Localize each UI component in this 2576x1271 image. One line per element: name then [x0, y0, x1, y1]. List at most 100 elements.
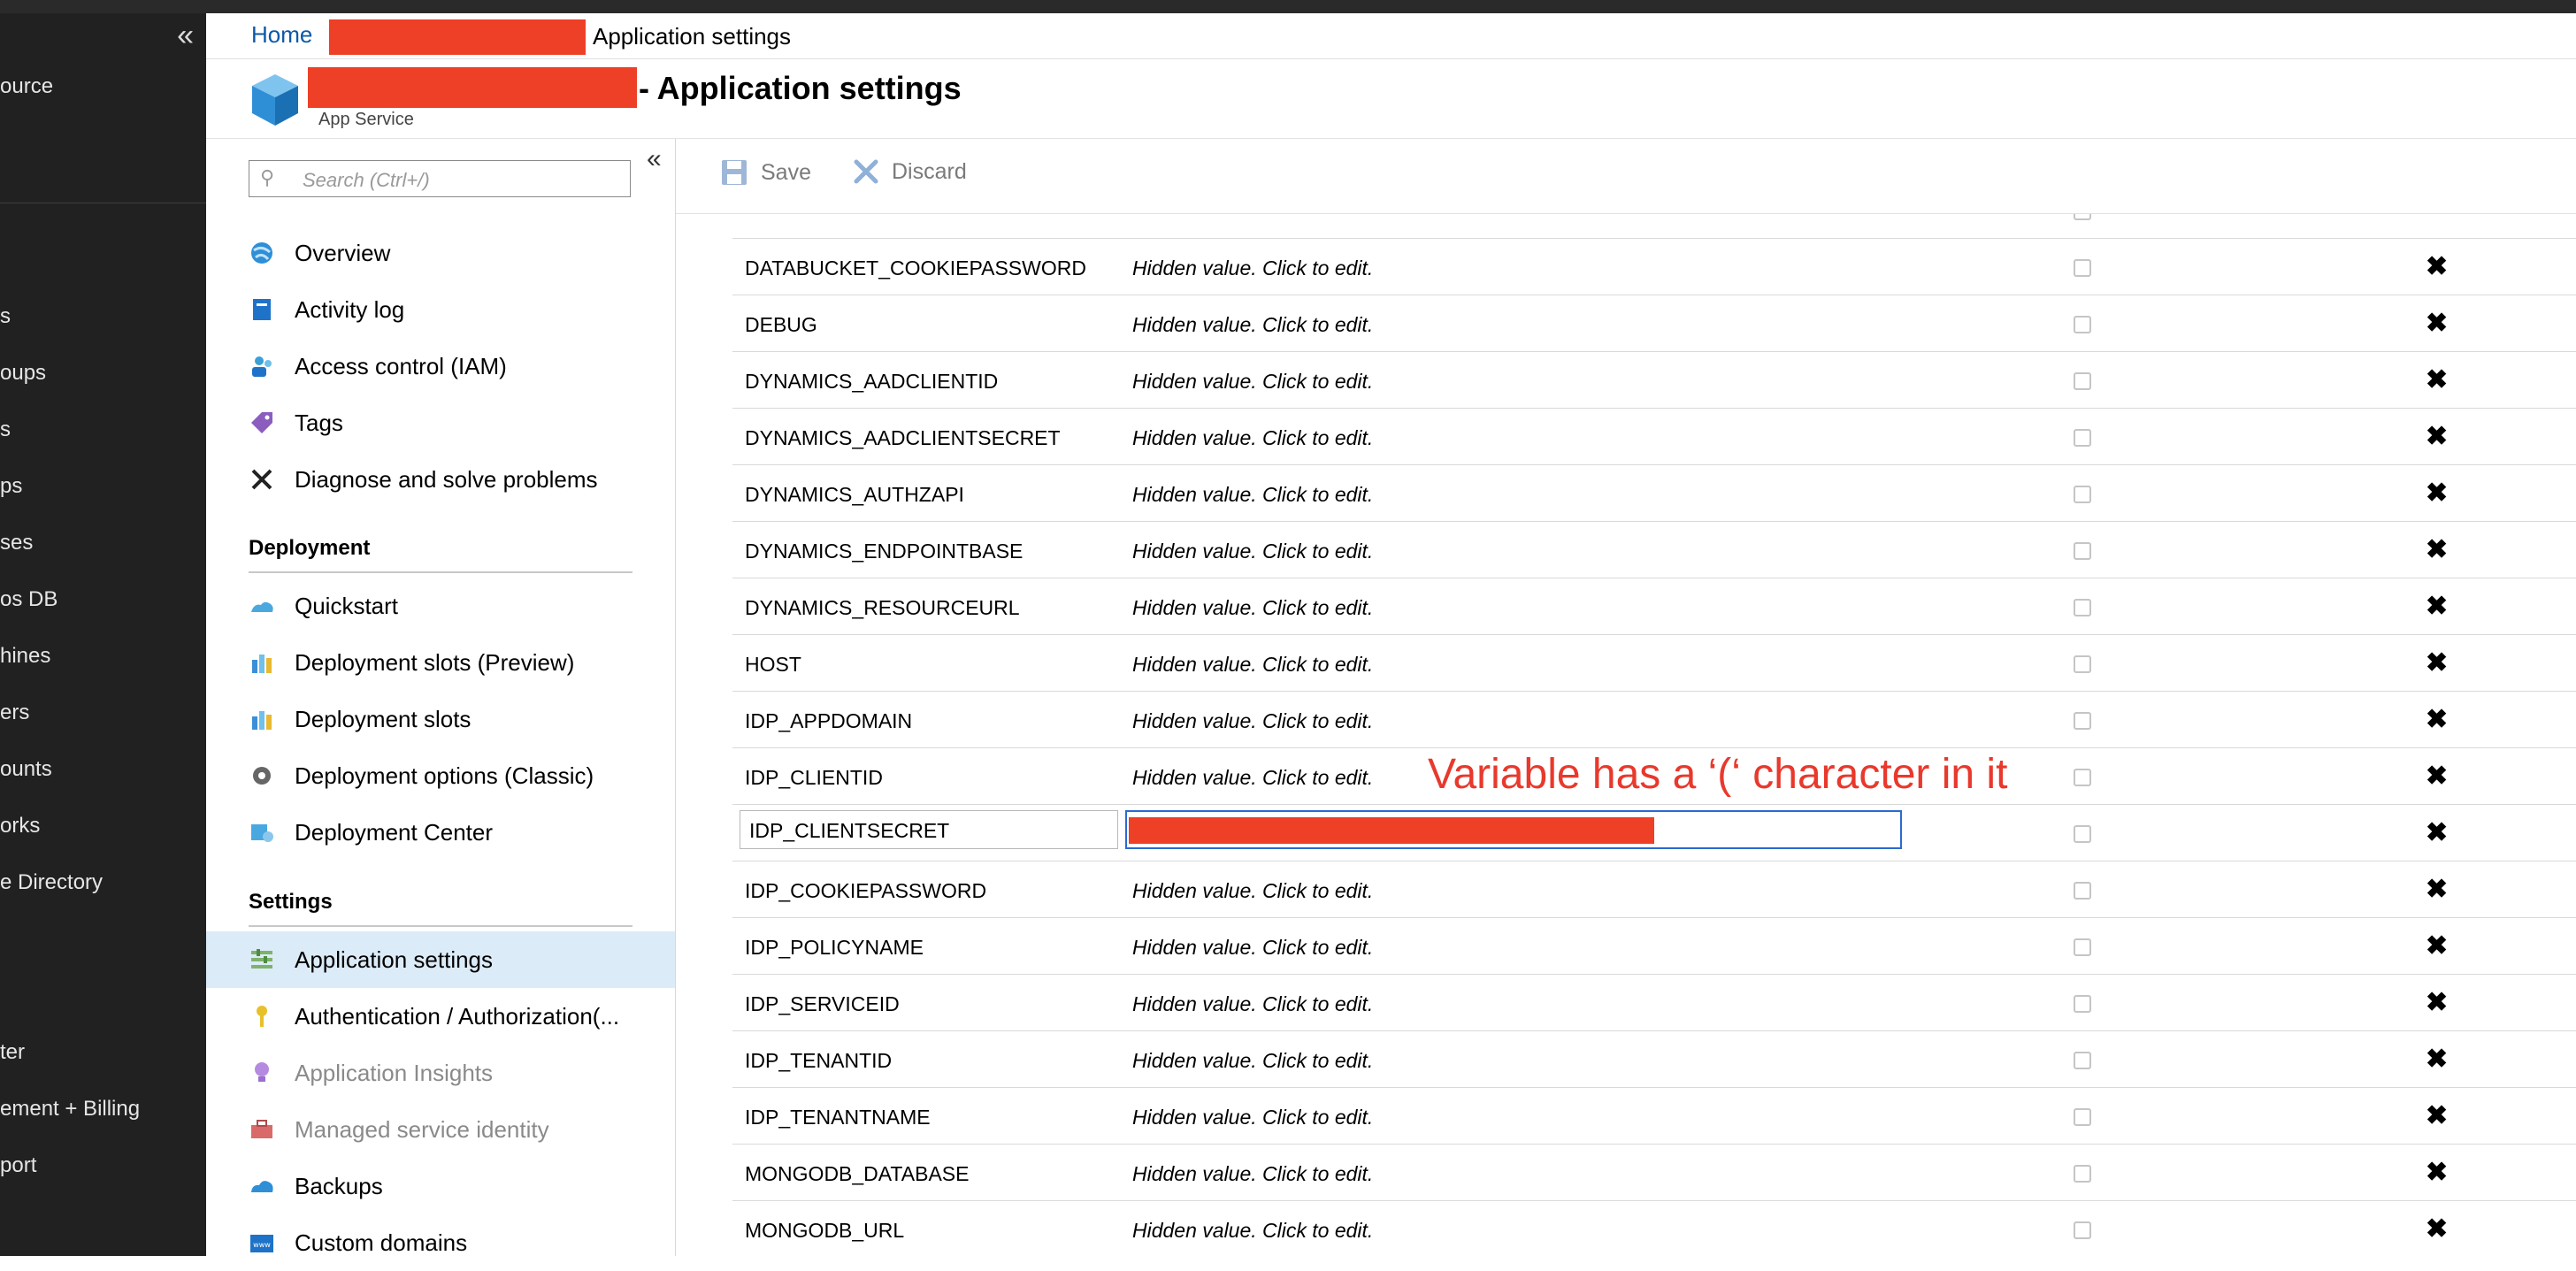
global-nav-item[interactable]: port	[0, 1153, 36, 1178]
setting-value[interactable]: Hidden value. Click to edit.	[1132, 426, 1373, 450]
slot-setting-checkbox[interactable]	[2074, 1221, 2091, 1239]
menu-item[interactable]: Quickstart	[206, 578, 675, 634]
table-row[interactable]: IDP_SERVICEID Hidden value. Click to edit…	[732, 975, 2576, 1031]
menu-item[interactable]: Application settings	[206, 931, 675, 988]
setting-value[interactable]: Hidden value. Click to edit.	[1132, 483, 1373, 507]
delete-icon[interactable]: ✖	[2426, 647, 2448, 678]
table-row[interactable]: DYNAMICS_RESOURCEURL Hidden value. Click …	[732, 578, 2576, 635]
table-row[interactable]: DYNAMICS_AADCLIENTID Hidden value. Click …	[732, 352, 2576, 409]
slot-setting-checkbox[interactable]	[2074, 712, 2091, 730]
table-row[interactable]: IDP_TENANTNAME Hidden value. Click to edi…	[732, 1088, 2576, 1145]
slot-setting-checkbox[interactable]	[2074, 825, 2091, 843]
menu-item[interactable]: Deployment slots (Preview)	[206, 634, 675, 691]
global-nav-item[interactable]: ounts	[0, 757, 52, 782]
global-nav-item[interactable]: hines	[0, 644, 50, 669]
delete-icon[interactable]: ✖	[2426, 1100, 2448, 1131]
setting-value[interactable]: Hidden value. Click to edit.	[1132, 936, 1373, 960]
menu-item[interactable]: Managed service identity	[206, 1101, 675, 1158]
delete-icon[interactable]: ✖	[2426, 930, 2448, 961]
delete-icon[interactable]: ✖	[2426, 987, 2448, 1018]
table-row[interactable]: IDP_COOKIEPASSWORD Hidden value. Click to…	[732, 861, 2576, 918]
table-row[interactable]: DEBUG Hidden value. Click to edit. ✖	[732, 295, 2576, 352]
delete-icon[interactable]: ✖	[2426, 364, 2448, 395]
slot-setting-checkbox[interactable]	[2074, 486, 2091, 503]
menu-item[interactable]: Deployment slots	[206, 691, 675, 747]
table-row[interactable]: MONGODB_DATABASE Hidden value. Click to e…	[732, 1145, 2576, 1201]
table-row[interactable]: IDP_TENANTID Hidden value. Click to edit.…	[732, 1031, 2576, 1088]
delete-icon[interactable]: ✖	[2426, 421, 2448, 452]
setting-value[interactable]: Hidden value. Click to edit.	[1132, 596, 1373, 620]
menu-item[interactable]: Diagnose and solve problems	[206, 451, 675, 508]
delete-icon[interactable]: ✖	[2426, 761, 2448, 792]
global-nav-item[interactable]: oups	[0, 361, 46, 386]
slot-setting-checkbox[interactable]	[2074, 259, 2091, 277]
slot-setting-checkbox[interactable]	[2074, 1165, 2091, 1183]
setting-value[interactable]: Hidden value. Click to edit.	[1132, 653, 1373, 677]
slot-setting-checkbox[interactable]	[2074, 882, 2091, 900]
delete-icon[interactable]: ✖	[2426, 478, 2448, 509]
collapse-nav-icon[interactable]: «	[177, 19, 194, 53]
menu-item[interactable]: Application Insights	[206, 1045, 675, 1101]
global-nav-item[interactable]: s	[0, 417, 11, 442]
delete-icon[interactable]: ✖	[2426, 1044, 2448, 1075]
menu-item[interactable]: Deployment Center	[206, 804, 675, 861]
setting-value[interactable]: Hidden value. Click to edit.	[1132, 1106, 1373, 1129]
table-row[interactable]: IDP_APPDOMAIN Hidden value. Click to edit…	[732, 692, 2576, 748]
delete-icon[interactable]: ✖	[2426, 1214, 2448, 1244]
table-row[interactable]: DYNAMICS_AUTHZAPI Hidden value. Click to …	[732, 465, 2576, 522]
setting-value[interactable]: Hidden value. Click to edit.	[1132, 879, 1373, 903]
setting-value[interactable]: Hidden value. Click to edit.	[1132, 1162, 1373, 1186]
global-nav-item[interactable]: ers	[0, 701, 29, 725]
setting-value[interactable]: Hidden value. Click to edit.	[1132, 1219, 1373, 1243]
delete-icon[interactable]: ✖	[2426, 1157, 2448, 1188]
table-row[interactable]: DATABUCKET_COOKIEPASSWORD Hidden value. C…	[732, 239, 2576, 295]
global-nav-item[interactable]: orks	[0, 814, 40, 838]
menu-item[interactable]: Tags	[206, 394, 675, 451]
slot-setting-checkbox[interactable]	[2074, 429, 2091, 447]
table-row[interactable]: DYNAMICS_ENDPOINTBASE Hidden value. Click…	[732, 522, 2576, 578]
menu-item[interactable]: Activity log	[206, 281, 675, 338]
slot-setting-checkbox[interactable]	[2074, 316, 2091, 333]
table-row[interactable]: IDP_POLICYNAME Hidden value. Click to edi…	[732, 918, 2576, 975]
menu-item[interactable]: Access control (IAM)	[206, 338, 675, 394]
collapse-menu-icon[interactable]: «	[647, 144, 662, 174]
setting-value[interactable]: Hidden value. Click to edit.	[1132, 540, 1373, 563]
global-nav-item[interactable]: ement + Billing	[0, 1097, 140, 1122]
menu-item[interactable]: Authentication / Authorization(...	[206, 988, 675, 1045]
setting-value[interactable]: Hidden value. Click to edit.	[1132, 766, 1373, 790]
global-nav-item[interactable]: ource	[0, 74, 53, 99]
table-row[interactable]: DYNAMICS_AADCLIENTSECRET Hidden value. Cl…	[732, 409, 2576, 465]
search-input[interactable]: ⚲ Search (Ctrl+/)	[249, 160, 631, 197]
slot-setting-checkbox[interactable]	[2074, 938, 2091, 956]
slot-setting-checkbox[interactable]	[2074, 1052, 2091, 1069]
setting-value[interactable]: Hidden value. Click to edit.	[1132, 313, 1373, 337]
global-nav-item[interactable]: ter	[0, 1040, 25, 1065]
breadcrumb-home-link[interactable]: Home	[251, 21, 312, 48]
menu-item[interactable]: Deployment options (Classic)	[206, 747, 675, 804]
slot-setting-checkbox[interactable]	[2074, 655, 2091, 673]
global-nav-item[interactable]: ps	[0, 474, 22, 499]
global-nav-item[interactable]: os DB	[0, 587, 58, 612]
delete-icon[interactable]: ✖	[2426, 874, 2448, 905]
setting-value[interactable]: Hidden value. Click to edit.	[1132, 709, 1373, 733]
delete-icon[interactable]: ✖	[2426, 534, 2448, 565]
slot-setting-checkbox[interactable]	[2074, 1108, 2091, 1126]
setting-name-input[interactable]: IDP_CLIENTSECRET	[740, 810, 1118, 849]
global-nav-item[interactable]: s	[0, 304, 11, 329]
table-row[interactable]: IDP_CLIENTSECRET ✖	[732, 805, 2576, 861]
setting-value-input[interactable]	[1125, 810, 1902, 849]
setting-value[interactable]: Hidden value. Click to edit.	[1132, 370, 1373, 394]
slot-setting-checkbox[interactable]	[2074, 542, 2091, 560]
setting-value[interactable]: Hidden value. Click to edit.	[1132, 256, 1373, 280]
slot-setting-checkbox[interactable]	[2074, 995, 2091, 1013]
slot-setting-checkbox[interactable]	[2074, 214, 2091, 220]
global-nav-item[interactable]: ses	[0, 531, 33, 555]
slot-setting-checkbox[interactable]	[2074, 372, 2091, 390]
delete-icon[interactable]: ✖	[2426, 704, 2448, 735]
menu-item[interactable]: www Custom domains	[206, 1214, 675, 1271]
slot-setting-checkbox[interactable]	[2074, 769, 2091, 786]
menu-item[interactable]: Overview	[206, 225, 675, 281]
delete-icon[interactable]: ✖	[2426, 817, 2448, 848]
global-nav-item[interactable]: e Directory	[0, 870, 103, 895]
delete-icon[interactable]: ✖	[2426, 591, 2448, 622]
